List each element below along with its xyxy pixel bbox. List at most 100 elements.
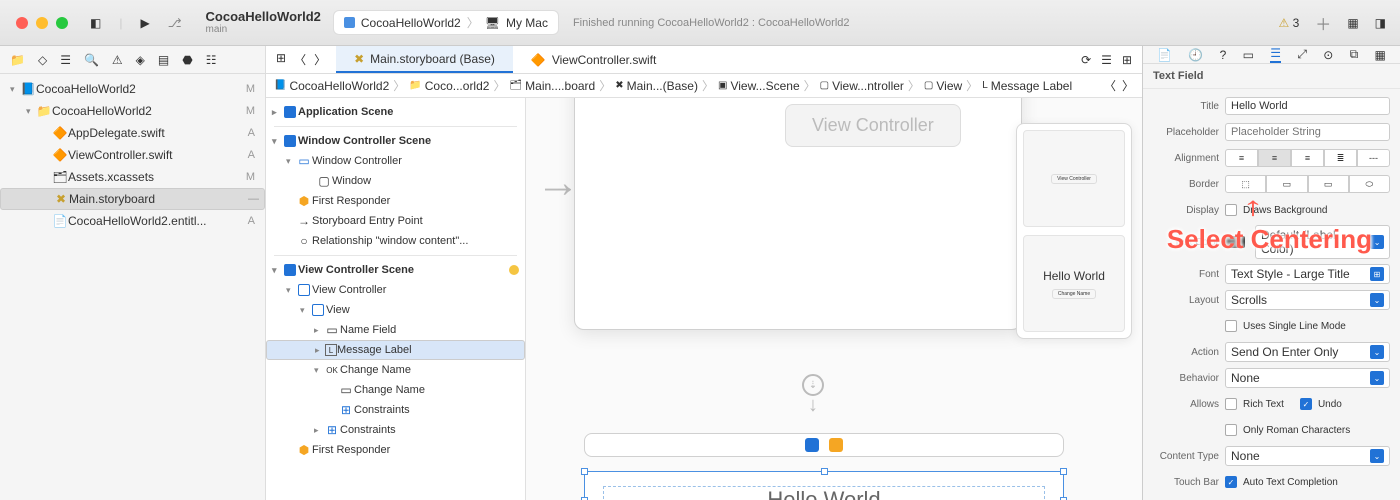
title-input[interactable] <box>1225 97 1390 115</box>
crumb[interactable]: ✖Main...(Base) <box>615 79 698 93</box>
identity-inspector-icon[interactable]: ▭ <box>1243 48 1254 62</box>
border-none-button[interactable]: ⬚ <box>1225 175 1266 193</box>
tab-storyboard[interactable]: ✖ Main.storyboard (Base) <box>336 46 513 73</box>
outline-view-controller[interactable]: ▾View Controller <box>266 280 525 300</box>
align-right-button[interactable]: ≡ <box>1291 149 1324 167</box>
file-tree-item[interactable]: 🔶ViewController.swiftA <box>0 144 265 166</box>
font-select[interactable]: Text Style - Large Title⊞ <box>1225 264 1390 284</box>
minimap-page-1[interactable]: View Controller <box>1023 130 1125 227</box>
outline-change-name-cell[interactable]: ▭Change Name <box>266 380 525 400</box>
outline-window[interactable]: ▢Window <box>266 171 525 191</box>
library-button[interactable]: ▦ <box>1347 16 1358 30</box>
crumb-prev[interactable]: 〈 <box>1104 77 1116 94</box>
file-tree-item[interactable]: ✖Main.storyboard— <box>0 188 265 210</box>
outline-entry-point[interactable]: →Storyboard Entry Point <box>266 211 525 231</box>
single-line-checkbox[interactable] <box>1225 320 1237 332</box>
align-justify-button[interactable]: ≣ <box>1324 149 1357 167</box>
add-tab-button[interactable]: ＋ <box>1315 11 1331 35</box>
border-segmented[interactable]: ⬚ ▭ ▭ ⬭ <box>1225 175 1390 193</box>
autotext-checkbox[interactable]: ✓ <box>1225 476 1237 488</box>
back-button[interactable]: 〈 <box>294 51 306 68</box>
refresh-icon[interactable]: ⟳ <box>1081 53 1091 67</box>
undo-checkbox[interactable]: ✓ <box>1300 398 1312 410</box>
crumb[interactable]: 📁Coco...orld2 <box>409 79 489 93</box>
close-window[interactable] <box>16 17 28 29</box>
crumb[interactable]: ▣View...Scene <box>718 79 800 93</box>
layout-select[interactable]: Scrolls⌄ <box>1225 290 1390 310</box>
roman-checkbox[interactable] <box>1225 424 1237 436</box>
bindings-inspector-icon[interactable]: ⧉ <box>1350 47 1359 62</box>
debug-nav-icon[interactable]: ▤ <box>158 53 169 67</box>
file-tree-item[interactable]: ▾📁CocoaHelloWorld2M <box>0 100 265 122</box>
breakpoint-nav-icon[interactable]: ⬣ <box>182 53 192 67</box>
outline-constraints[interactable]: ▸⊞Constraints <box>266 420 525 440</box>
project-nav-icon[interactable]: 📁 <box>10 53 25 67</box>
inspector-toggle-icon[interactable]: ◨ <box>1375 16 1386 30</box>
placeholder-input[interactable] <box>1225 123 1390 141</box>
alignment-segmented[interactable]: ≡ ≡ ≡ ≣ --- <box>1225 149 1390 167</box>
selected-text-field[interactable]: Hello World <box>584 471 1064 500</box>
minimize-window[interactable] <box>36 17 48 29</box>
align-center-button[interactable]: ≡ <box>1258 149 1291 167</box>
source-control-nav-icon[interactable]: ◇ <box>38 53 47 67</box>
add-editor-icon[interactable]: ⊞ <box>1122 53 1132 67</box>
outline-first-responder-2[interactable]: ⬢First Responder <box>266 440 525 460</box>
border-bezel-button[interactable]: ▭ <box>1308 175 1349 193</box>
outline-vc-scene[interactable]: ▾View Controller Scene <box>266 260 525 280</box>
outline-relationship[interactable]: ○Relationship "window content"... <box>266 231 525 251</box>
warnings-indicator[interactable]: ⚠ 3 <box>1279 16 1300 30</box>
attributes-inspector-icon[interactable]: ☰ <box>1270 46 1281 63</box>
behavior-select[interactable]: None⌄ <box>1225 368 1390 388</box>
border-rounded-button[interactable]: ⬭ <box>1349 175 1390 193</box>
outline-app-scene[interactable]: ▸Application Scene <box>266 102 525 122</box>
segue-arrow[interactable]: ⇣ ↓ <box>802 374 824 417</box>
scheme-selector[interactable]: CocoaHelloWorld2 〉 🖥 My Mac <box>333 10 559 35</box>
richtext-checkbox[interactable] <box>1225 398 1237 410</box>
draws-bg-checkbox[interactable] <box>1225 204 1237 216</box>
text-color-select[interactable]: Default (Label Color)⌄ <box>1255 225 1390 259</box>
outline-change-name-btn[interactable]: ▾OKChange Name <box>266 360 525 380</box>
report-nav-icon[interactable]: ☷ <box>206 53 217 67</box>
align-left-button[interactable]: ≡ <box>1225 149 1258 167</box>
size-inspector-icon[interactable]: ⤢ <box>1297 47 1307 62</box>
project-title[interactable]: CocoaHelloWorld2 main <box>206 10 321 35</box>
file-inspector-icon[interactable]: 📄 <box>1157 48 1172 62</box>
crumb[interactable]: 📘CocoaHelloWorld2 <box>274 79 389 93</box>
ib-canvas[interactable]: → View Controller View Controller Hello … <box>526 98 1142 500</box>
crumb[interactable]: ▢View <box>924 79 962 93</box>
file-tree-item[interactable]: 🔶AppDelegate.swiftA <box>0 122 265 144</box>
sidebar-toggle-icon[interactable]: ◧ <box>90 16 101 30</box>
file-tree-item[interactable]: 📄CocoaHelloWorld2.entitl...A <box>0 210 265 232</box>
outline-window-controller[interactable]: ▾▭Window Controller <box>266 151 525 171</box>
file-tree-item[interactable]: ▾📘CocoaHelloWorld2M <box>0 78 265 100</box>
crumb[interactable]: ▢View...ntroller <box>820 79 904 93</box>
text-color-swatch[interactable] <box>1225 236 1245 248</box>
effects-inspector-icon[interactable]: ▦ <box>1374 48 1385 62</box>
outline-window-scene[interactable]: ▾Window Controller Scene <box>266 131 525 151</box>
vc-scene-canvas[interactable]: Hello World <box>584 433 1064 500</box>
vc-window[interactable]: View Controller <box>574 98 1022 330</box>
run-button[interactable]: ▶ <box>140 16 149 30</box>
find-nav-icon[interactable]: 🔍 <box>84 53 99 67</box>
outline-name-field[interactable]: ▸▭Name Field <box>266 320 525 340</box>
minimap[interactable]: View Controller Hello WorldChange Name <box>1016 123 1132 339</box>
crumb-next[interactable]: 〉 <box>1122 77 1134 94</box>
outline-message-label[interactable]: ▸LMessage Label <box>266 340 525 360</box>
adjust-editor-icon[interactable]: ☰ <box>1101 53 1112 67</box>
border-line-button[interactable]: ▭ <box>1266 175 1307 193</box>
zoom-window[interactable] <box>56 17 68 29</box>
action-select[interactable]: Send On Enter Only⌄ <box>1225 342 1390 362</box>
connections-inspector-icon[interactable]: ⊙ <box>1323 48 1333 62</box>
outline-view[interactable]: ▾View <box>266 300 525 320</box>
crumb[interactable]: LMessage Label <box>982 79 1072 93</box>
help-inspector-icon[interactable]: ? <box>1220 48 1227 62</box>
minimap-page-2[interactable]: Hello WorldChange Name <box>1023 235 1125 332</box>
jump-bar[interactable]: 📘CocoaHelloWorld2〉📁Coco...orld2〉🗂Main...… <box>266 74 1142 98</box>
issue-nav-icon[interactable]: ⚠ <box>112 53 123 67</box>
outline-constraints-inner[interactable]: ⊞Constraints <box>266 400 525 420</box>
forward-button[interactable]: 〉 <box>314 51 326 68</box>
outline-first-responder[interactable]: ⬢First Responder <box>266 191 525 211</box>
align-natural-button[interactable]: --- <box>1357 149 1390 167</box>
content-type-select[interactable]: None⌄ <box>1225 446 1390 466</box>
history-inspector-icon[interactable]: 🕘 <box>1188 48 1203 62</box>
